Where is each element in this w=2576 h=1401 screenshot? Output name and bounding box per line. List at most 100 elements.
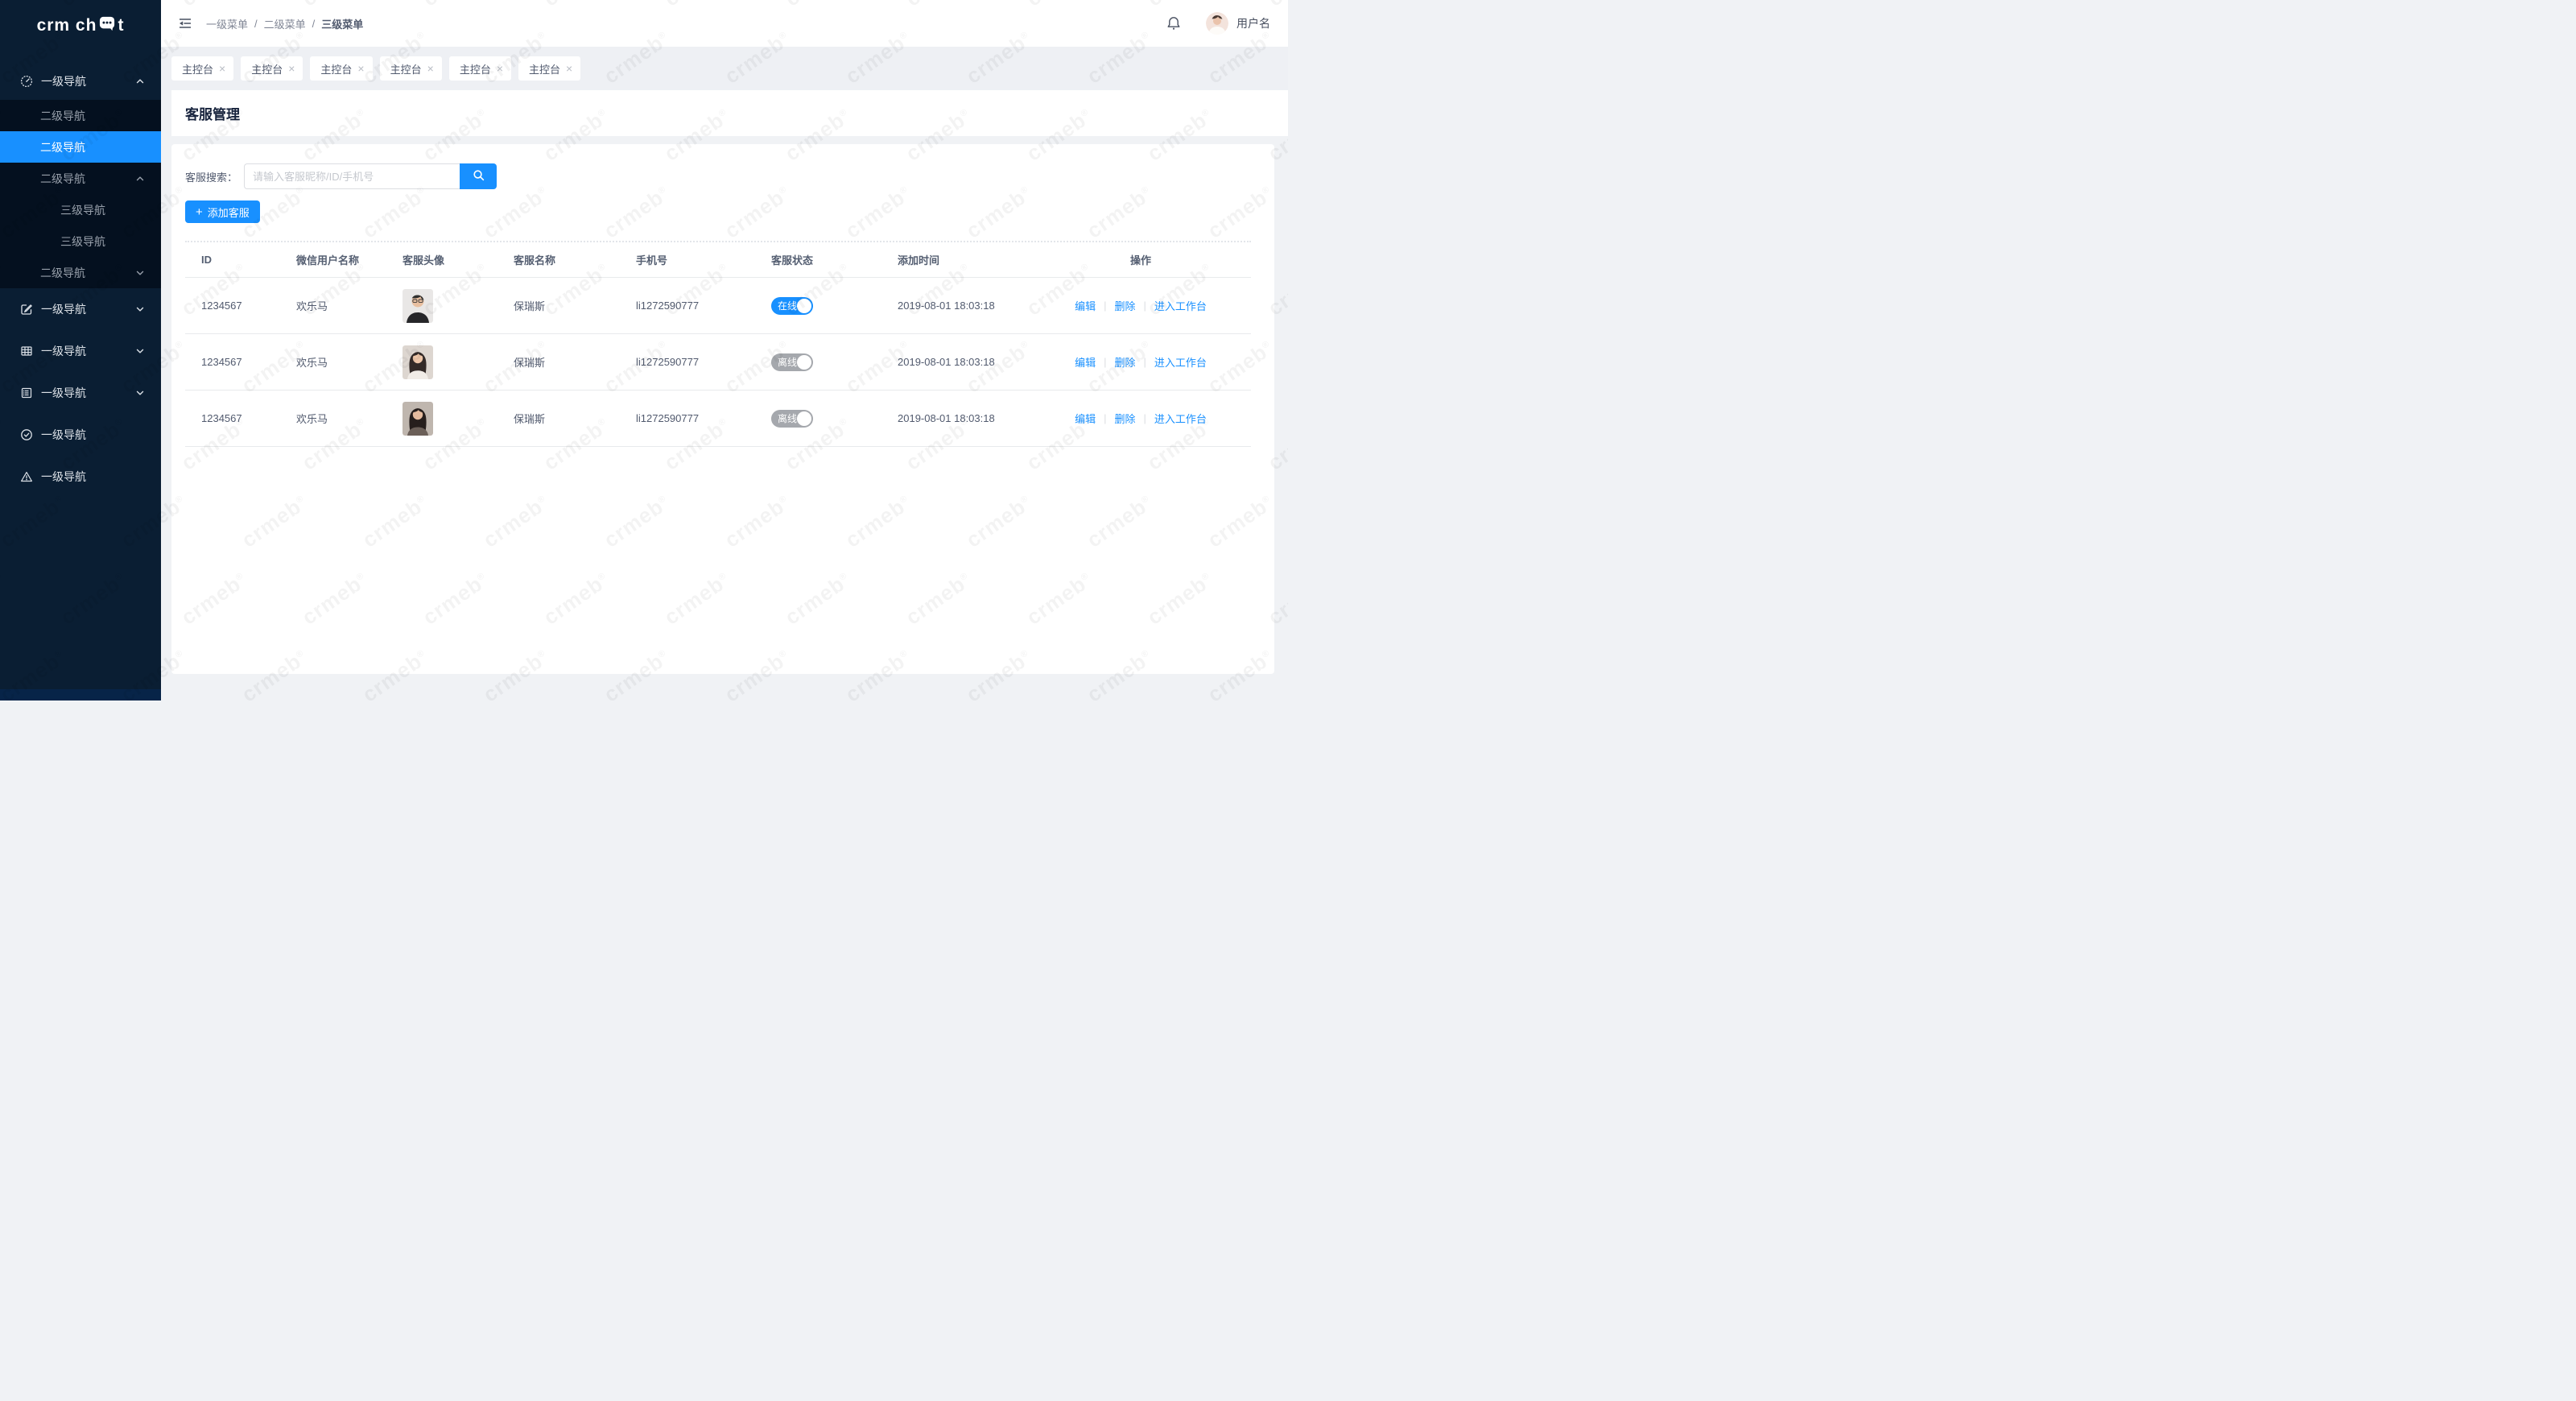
chevron-up-icon (135, 76, 145, 86)
close-icon[interactable]: × (357, 63, 364, 74)
cell-avatar (386, 391, 497, 446)
sidebar-item-11-level1[interactable]: 一级导航 (0, 456, 161, 498)
tab-label: 主控台 (182, 61, 213, 76)
title-band: 客服管理 (171, 90, 1288, 136)
sidebar-item-2-level2-active[interactable]: 二级导航 (0, 131, 161, 163)
menu-collapse-icon[interactable] (177, 15, 193, 31)
delete-link[interactable]: 删除 (1114, 354, 1135, 370)
breadcrumb-item-1[interactable]: 二级菜单 (264, 16, 306, 31)
cell-status: 离线 (755, 334, 881, 390)
status-label: 离线 (778, 411, 797, 425)
chat-bubble-icon (98, 15, 116, 36)
sidebar-footer (0, 689, 161, 700)
sidebar-item-1-level2[interactable]: 二级导航 (0, 100, 161, 131)
action-separator: | (1144, 356, 1146, 368)
action-separator: | (1104, 356, 1106, 368)
edit-link[interactable]: 编辑 (1075, 354, 1096, 370)
search-label: 客服搜索： (185, 169, 237, 184)
cell-avatar (386, 334, 497, 390)
tab-label: 主控台 (320, 61, 352, 76)
add-customer-service-button[interactable]: + 添加客服 (185, 200, 260, 223)
sidebar-item-label: 一级导航 (41, 469, 86, 485)
table-icon (20, 345, 33, 357)
check-circle-icon (20, 428, 33, 441)
cell-service-name: 保瑞斯 (497, 278, 620, 333)
close-icon[interactable]: × (566, 63, 572, 74)
sidebar-item-0-level1[interactable]: 一级导航 (0, 63, 161, 100)
tab-5[interactable]: 主控台 × (518, 56, 580, 81)
column-header-6: 添加时间 (881, 242, 1014, 277)
cell-added-time: 2019-08-01 18:03:18 (881, 334, 1014, 390)
sidebar-item-label: 三级导航 (60, 234, 105, 250)
close-icon[interactable]: × (219, 63, 225, 74)
close-icon[interactable]: × (288, 63, 295, 74)
cell-actions: 编辑|删除|进入工作台 (1014, 391, 1251, 446)
column-header-7: 操作 (1014, 242, 1251, 277)
breadcrumb-separator: / (254, 18, 258, 30)
sidebar-menu: 一级导航 二级导航 二级导航 二级导航 三级导航 三级导航 二级导航 一级导航 … (0, 63, 161, 689)
status-toggle[interactable]: 离线 (771, 353, 813, 371)
search-input[interactable] (244, 163, 460, 189)
sidebar-item-3-level2[interactable]: 二级导航 (0, 163, 161, 194)
cell-id: 1234567 (185, 334, 280, 390)
sidebar-item-4-level3[interactable]: 三级导航 (0, 194, 161, 225)
cell-wechat-name: 欢乐马 (280, 334, 386, 390)
chevron-down-icon (135, 304, 145, 314)
sidebar-item-label: 二级导航 (40, 265, 85, 281)
tab-1[interactable]: 主控台 × (241, 56, 303, 81)
search-row: 客服搜索： (171, 144, 1274, 189)
column-header-2: 客服头像 (386, 242, 497, 277)
sidebar-item-5-level3[interactable]: 三级导航 (0, 225, 161, 257)
sidebar-item-label: 一级导航 (41, 301, 86, 317)
close-icon[interactable]: × (497, 63, 503, 74)
sidebar-item-8-level1[interactable]: 一级导航 (0, 330, 161, 372)
add-button-label: 添加客服 (208, 205, 250, 220)
user-avatar[interactable] (1206, 12, 1228, 35)
close-icon[interactable]: × (427, 63, 434, 74)
cell-avatar (386, 278, 497, 333)
cell-phone: li1272590777 (620, 391, 755, 446)
sidebar-item-label: 二级导航 (40, 139, 85, 155)
breadcrumb-item-0[interactable]: 一级菜单 (206, 16, 248, 31)
column-header-1: 微信用户名称 (280, 242, 386, 277)
column-header-3: 客服名称 (497, 242, 620, 277)
search-button[interactable] (460, 163, 497, 189)
sidebar-item-label: 一级导航 (41, 343, 86, 359)
delete-link[interactable]: 删除 (1114, 411, 1135, 426)
content-card: 客服搜索： + 添加客服 ID微信用户名称客服头像客服名称手机号客服状态添加时间… (171, 144, 1274, 674)
sidebar-item-10-level1[interactable]: 一级导航 (0, 414, 161, 456)
tab-3[interactable]: 主控台 × (380, 56, 442, 81)
customer-service-table: ID微信用户名称客服头像客服名称手机号客服状态添加时间操作 1234567 欢乐… (185, 242, 1251, 447)
gauge-icon (20, 75, 33, 88)
toggle-knob (797, 299, 811, 313)
chevron-down-icon (135, 268, 145, 278)
sidebar-item-6-level2[interactable]: 二级导航 (0, 257, 161, 288)
tab-0[interactable]: 主控台 × (171, 56, 233, 81)
top-header: 一级菜单/二级菜单/三级菜单 用户名 (161, 0, 1288, 47)
sidebar-item-label: 三级导航 (60, 202, 105, 218)
edit-link[interactable]: 编辑 (1075, 298, 1096, 313)
notification-bell-icon[interactable] (1166, 15, 1182, 31)
tab-2[interactable]: 主控台 × (310, 56, 372, 81)
action-separator: | (1104, 300, 1106, 312)
enter-workbench-link[interactable]: 进入工作台 (1154, 411, 1207, 426)
sidebar-item-label: 二级导航 (40, 108, 85, 124)
enter-workbench-link[interactable]: 进入工作台 (1154, 298, 1207, 313)
table-header-row: ID微信用户名称客服头像客服名称手机号客服状态添加时间操作 (185, 242, 1251, 278)
tab-label: 主控台 (460, 61, 491, 76)
delete-link[interactable]: 删除 (1114, 298, 1135, 313)
column-header-0: ID (185, 242, 280, 277)
edit-link[interactable]: 编辑 (1075, 411, 1096, 426)
sidebar-item-7-level1[interactable]: 一级导航 (0, 288, 161, 330)
tab-4[interactable]: 主控台 × (449, 56, 511, 81)
sidebar-item-label: 一级导航 (41, 73, 86, 89)
warning-icon (20, 470, 33, 483)
customer-avatar (402, 289, 433, 323)
status-toggle[interactable]: 在线 (771, 297, 813, 315)
username[interactable]: 用户名 (1236, 15, 1270, 31)
tab-bar: 主控台 × 主控台 × 主控台 × 主控台 × 主控台 × 主控台 × (161, 47, 1288, 90)
sidebar: crm cht 一级导航 二级导航 二级导航 二级导航 三级导航 三级导航 二级… (0, 0, 161, 700)
status-toggle[interactable]: 离线 (771, 410, 813, 428)
enter-workbench-link[interactable]: 进入工作台 (1154, 354, 1207, 370)
sidebar-item-9-level1[interactable]: 一级导航 (0, 372, 161, 414)
